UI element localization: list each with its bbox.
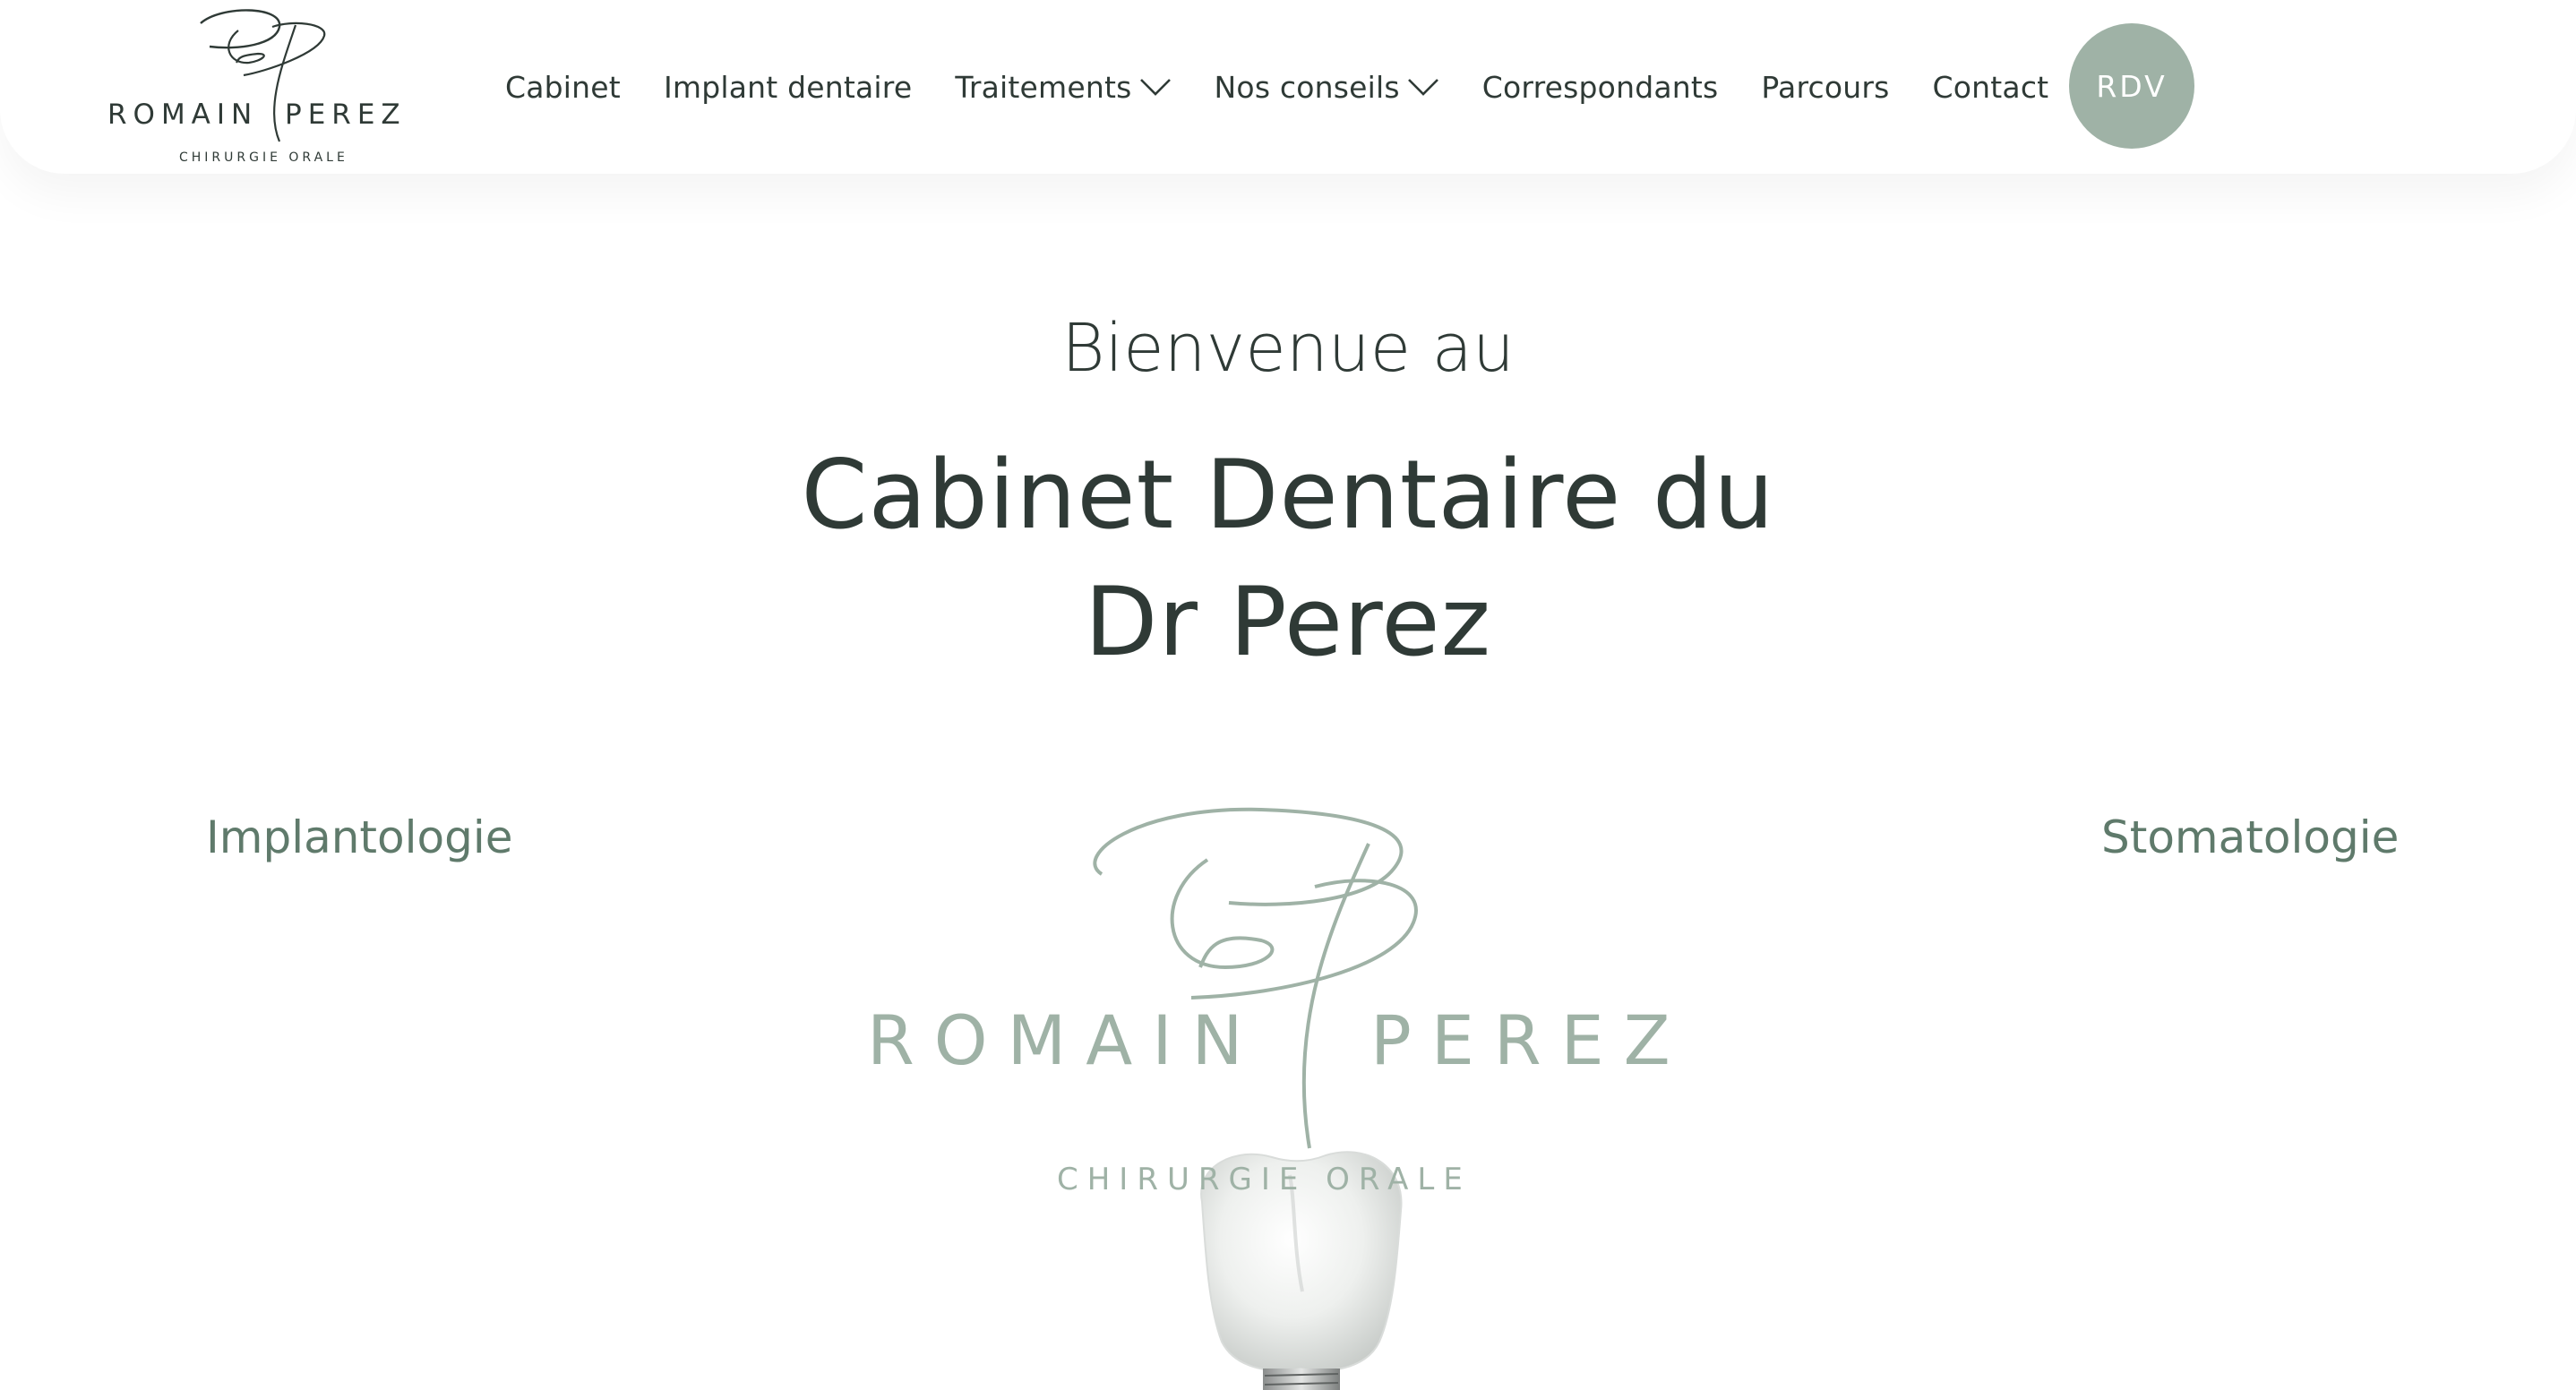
nav-item-traitements[interactable]: Traitements [955, 70, 1171, 105]
site-logo[interactable]: ROMAIN PEREZ CHIRURGIE ORALE [104, 0, 437, 170]
hero-title: Cabinet Dentaire du Dr Perez [0, 432, 2576, 686]
main-nav: Cabinet Implant dentaire Traitements Nos… [505, 56, 2091, 118]
hero-logo-tagline: CHIRURGIE ORALE [1057, 1162, 1472, 1197]
chevron-down-icon [1407, 77, 1439, 97]
site-header: ROMAIN PEREZ CHIRURGIE ORALE Cabinet Imp… [0, 0, 2576, 174]
nav-item-implant-dentaire[interactable]: Implant dentaire [664, 70, 912, 105]
rdv-button[interactable]: RDV [2069, 23, 2194, 149]
rdv-button-label: RDV [2096, 68, 2168, 104]
logo-name-last: PEREZ [285, 99, 407, 131]
nav-item-correspondants[interactable]: Correspondants [1482, 70, 1719, 105]
nav-item-cabinet[interactable]: Cabinet [505, 70, 621, 105]
nav-item-label: Implant dentaire [663, 69, 913, 105]
hero-title-line2: Dr Perez [1084, 567, 1492, 677]
hero-logo-name-first: ROMAIN [867, 1000, 1262, 1080]
nav-item-label: Cabinet [505, 69, 621, 105]
page: ROMAIN PEREZ CHIRURGIE ORALE Cabinet Imp… [0, 0, 2576, 1390]
nav-item-parcours[interactable]: Parcours [1761, 70, 1889, 105]
nav-item-label: Parcours [1761, 69, 1890, 105]
chevron-down-icon [1139, 77, 1172, 97]
nav-item-contact[interactable]: Contact [1933, 70, 2049, 105]
logo-name-first: ROMAIN [107, 99, 258, 131]
nav-item-nos-conseils[interactable]: Nos conseils [1215, 70, 1439, 105]
nav-item-label: Correspondants [1481, 69, 1719, 105]
hero-logo-name-last: PEREZ [1370, 1000, 1690, 1080]
nav-item-label: Contact [1932, 69, 2049, 105]
logo-tagline: CHIRURGIE ORALE [179, 150, 348, 165]
hero-logo: ROMAIN PEREZ CHIRURGIE ORALE [867, 797, 1709, 1209]
stomatologie-link[interactable]: Stomatologie [2101, 811, 2399, 863]
implantologie-link[interactable]: Implantologie [206, 811, 512, 863]
nav-item-label: Traitements [955, 69, 1132, 105]
hero-title-line1: Cabinet Dentaire du [801, 440, 1775, 550]
nav-item-label: Nos conseils [1214, 69, 1400, 105]
hero-subtitle: Bienvenue au [1061, 310, 1515, 387]
